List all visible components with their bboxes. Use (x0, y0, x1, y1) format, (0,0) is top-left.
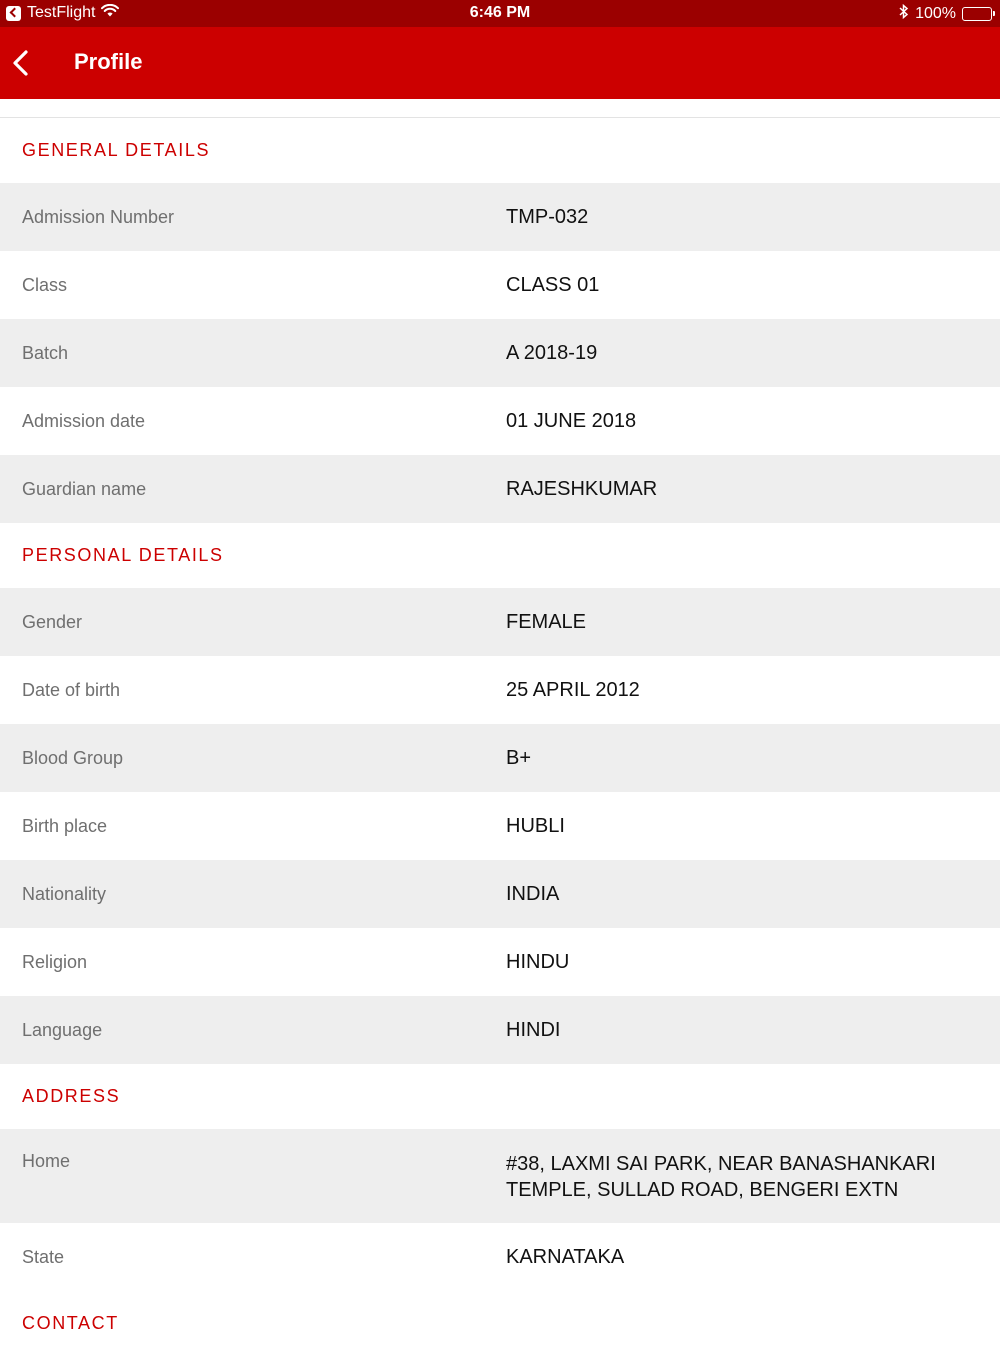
detail-row-guardian-name: Guardian name RAJESHKUMAR (0, 455, 1000, 523)
battery-icon (962, 7, 995, 21)
detail-value: TMP-032 (506, 205, 589, 228)
detail-label: Home (22, 1151, 71, 1171)
detail-value: A 2018-19 (506, 341, 598, 364)
status-time: 6:46 PM (469, 4, 531, 21)
detail-value: RAJESHKUMAR (506, 477, 658, 500)
detail-label: Guardian name (22, 478, 147, 499)
detail-row-blood-group: Blood Group B+ (0, 724, 1000, 792)
chevron-left-icon (13, 50, 28, 76)
address-line-2: TEMPLE, SULLAD ROAD, BENGERI EXTN (506, 1179, 899, 1201)
detail-label: Religion (22, 951, 88, 972)
detail-value: CLASS 01 (506, 273, 600, 296)
detail-value: B+ (506, 746, 532, 769)
detail-row-religion: Religion HINDU (0, 928, 1000, 996)
status-bar: TestFlight 6:46 PM 100% (0, 0, 1000, 27)
section-personal-details: PERSONAL DETAILS (0, 523, 1000, 588)
bluetooth-icon (899, 3, 909, 24)
detail-row-state: State KARNATAKA (0, 1223, 1000, 1291)
detail-label: Admission Number (22, 206, 175, 227)
detail-value: KARNATAKA (506, 1245, 625, 1268)
detail-value: FEMALE (506, 610, 587, 633)
detail-label: Gender (22, 611, 83, 632)
detail-row-home-address: Home #38, LAXMI SAI PARK, NEAR BANASHANK… (0, 1129, 1000, 1223)
detail-value: 01 JUNE 2018 (506, 409, 637, 432)
detail-label: Admission date (22, 410, 146, 431)
detail-row-date-of-birth: Date of birth 25 APRIL 2012 (0, 656, 1000, 724)
detail-value: 25 APRIL 2012 (506, 678, 640, 701)
detail-label: Language (22, 1019, 103, 1040)
detail-row-language: Language HINDI (0, 996, 1000, 1064)
detail-row-gender: Gender FEMALE (0, 588, 1000, 656)
section-general-details: GENERAL DETAILS (0, 118, 1000, 183)
detail-label: Birth place (22, 815, 108, 836)
detail-label: Nationality (22, 883, 107, 904)
detail-value: HUBLI (506, 814, 565, 837)
address-line-1: #38, LAXMI SAI PARK, NEAR BANASHANKARI (506, 1153, 936, 1175)
detail-label: Date of birth (22, 679, 121, 700)
detail-label: State (22, 1246, 65, 1267)
detail-value: HINDU (506, 950, 570, 973)
back-button[interactable] (6, 43, 46, 83)
detail-row-birth-place: Birth place HUBLI (0, 792, 1000, 860)
detail-row-admission-date: Admission date 01 JUNE 2018 (0, 387, 1000, 455)
detail-value: #38, LAXMI SAI PARK, NEAR BANASHANKARI T… (506, 1151, 1000, 1203)
battery-percentage: 100% (915, 5, 956, 22)
profile-content[interactable]: GENERAL DETAILS Admission Number TMP-032… (0, 99, 1000, 1356)
page-title: Profile (74, 49, 143, 74)
nav-bar: Profile (0, 27, 1000, 99)
detail-row-nationality: Nationality INDIA (0, 860, 1000, 928)
detail-row-batch: Batch A 2018-19 (0, 319, 1000, 387)
detail-label: Blood Group (22, 747, 124, 768)
section-address: ADDRESS (0, 1064, 1000, 1129)
detail-row-class: Class CLASS 01 (0, 251, 1000, 319)
detail-value: INDIA (506, 882, 560, 905)
detail-value: HINDI (506, 1018, 561, 1041)
detail-label: Batch (22, 342, 69, 363)
detail-row-admission-number: Admission Number TMP-032 (0, 183, 1000, 251)
detail-label: Class (22, 274, 68, 295)
section-contact: CONTACT (0, 1291, 1000, 1356)
